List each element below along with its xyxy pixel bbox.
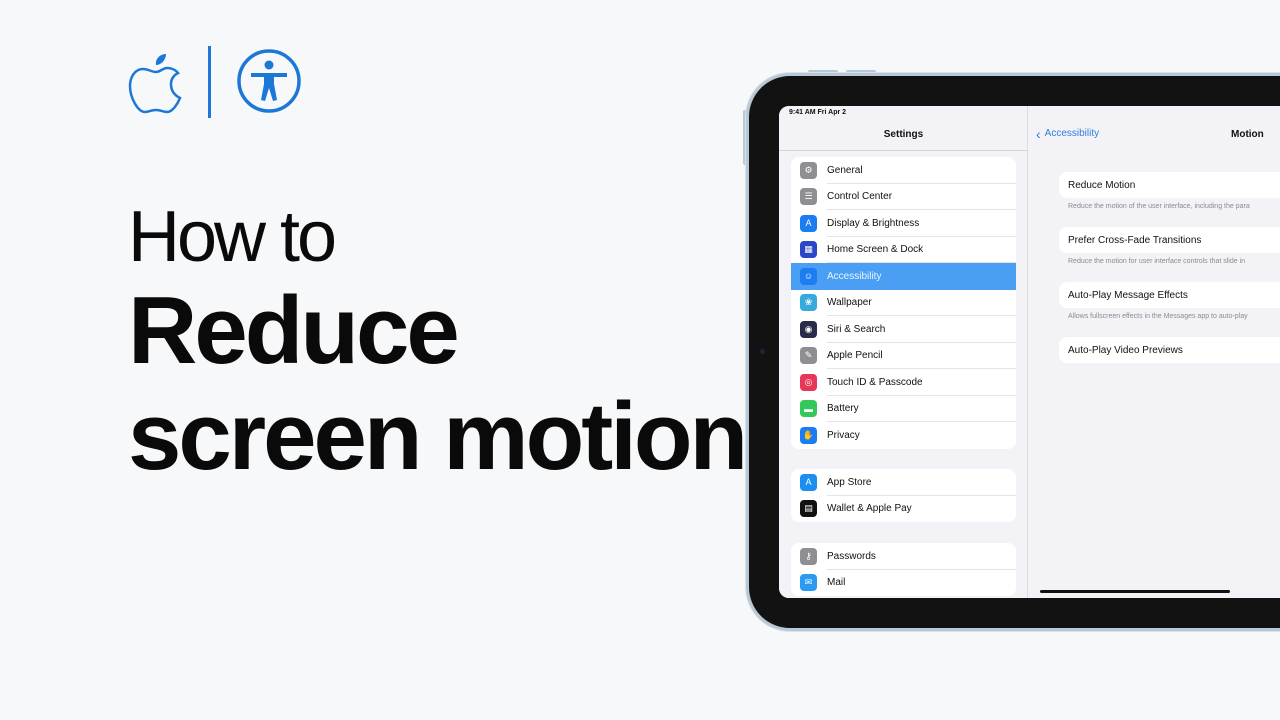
setting-label: Auto-Play Video Previews bbox=[1068, 344, 1183, 356]
setting-footnote: Allows fullscreen effects in the Message… bbox=[1068, 313, 1248, 320]
ipad-camera bbox=[760, 349, 765, 354]
settings-sidebar: 9:41 AM Fri Apr 2 Settings ⚙ General ☰ Cont… bbox=[779, 106, 1028, 598]
setting-label: Prefer Cross-Fade Transitions bbox=[1068, 234, 1202, 246]
sidebar-item-label: Passwords bbox=[827, 550, 876, 562]
fingerprint-icon: ◎ bbox=[800, 373, 817, 391]
flower-icon: ❀ bbox=[800, 294, 817, 312]
chevron-left-icon: ‹ bbox=[1036, 125, 1041, 142]
back-button-label: Accessibility bbox=[1044, 128, 1100, 139]
brand-divider bbox=[208, 46, 211, 118]
battery-icon: ▬ bbox=[800, 400, 817, 418]
sidebar-item-accessibility[interactable]: ☺ Accessibility bbox=[791, 263, 1016, 290]
ipad-screen: 9:41 AM Fri Apr 2 Settings ⚙ General ☰ Cont… bbox=[779, 106, 1280, 598]
pencil-icon: ✎ bbox=[800, 347, 817, 365]
sidebar-item-general[interactable]: ⚙ General bbox=[791, 157, 1016, 184]
sidebar-item-label: Wallet & Apple Pay bbox=[827, 503, 912, 515]
headline-screen-motion: screen motion bbox=[128, 383, 748, 490]
headline-how-to: How to bbox=[128, 197, 337, 277]
setting-reduce-motion[interactable]: Reduce Motion bbox=[1059, 172, 1280, 198]
setting-label: Auto-Play Message Effects bbox=[1068, 289, 1188, 301]
sidebar-item-label: Wallpaper bbox=[827, 297, 872, 309]
accessibility-icon bbox=[237, 49, 301, 113]
settings-group: ⚷ Passwords ✉ Mail bbox=[791, 543, 1016, 596]
setting-cross-fade[interactable]: Prefer Cross-Fade Transitions bbox=[1059, 227, 1280, 253]
sidebar-item-label: App Store bbox=[827, 476, 872, 488]
sidebar-item-label: Apple Pencil bbox=[827, 350, 883, 362]
mail-icon: ✉ bbox=[800, 574, 817, 592]
sidebar-item-battery[interactable]: ▬ Battery bbox=[791, 396, 1016, 422]
grid-icon: ▦ bbox=[800, 241, 817, 259]
status-bar-time: 9:41 AM Fri Apr 2 bbox=[789, 109, 847, 116]
home-indicator[interactable] bbox=[1040, 590, 1230, 593]
sidebar-item-label: Control Center bbox=[827, 191, 893, 203]
gear-icon: ⚙ bbox=[800, 161, 817, 179]
back-button[interactable]: ‹ Accessibility bbox=[1036, 125, 1100, 142]
setting-footnote: Reduce the motion of the user interface,… bbox=[1068, 203, 1250, 210]
sidebar-item-siri-search[interactable]: ◉ Siri & Search bbox=[791, 316, 1016, 343]
sidebar-item-apple-pencil[interactable]: ✎ Apple Pencil bbox=[791, 343, 1016, 369]
setting-auto-play-message-effects[interactable]: Auto-Play Message Effects bbox=[1059, 282, 1280, 308]
wallet-icon: ▤ bbox=[800, 500, 817, 518]
apple-logo-icon bbox=[128, 54, 182, 114]
setting-footnote: Reduce the motion for user interface con… bbox=[1068, 258, 1246, 265]
key-icon: ⚷ bbox=[800, 547, 817, 565]
sidebar-item-label: Display & Brightness bbox=[827, 217, 920, 229]
sidebar-item-label: Home Screen & Dock bbox=[827, 244, 924, 256]
sidebar-item-control-center[interactable]: ☰ Control Center bbox=[791, 184, 1016, 210]
sidebar-item-label: Mail bbox=[827, 577, 846, 589]
branding bbox=[128, 44, 301, 120]
toggles-icon: ☰ bbox=[800, 188, 817, 206]
settings-group: A App Store ▤ Wallet & Apple Pay bbox=[791, 469, 1016, 522]
settings-group: ⚙ General ☰ Control Center A Display & Bright… bbox=[791, 157, 1016, 449]
sidebar-item-touch-id-passcode[interactable]: ◎ Touch ID & Passcode bbox=[791, 369, 1016, 396]
sidebar-item-wallpaper[interactable]: ❀ Wallpaper bbox=[791, 290, 1016, 316]
sidebar-item-passwords[interactable]: ⚷ Passwords bbox=[791, 543, 1016, 570]
sidebar-item-label: Battery bbox=[827, 403, 859, 415]
sidebar-item-label: Touch ID & Passcode bbox=[827, 376, 923, 388]
detail-title: Motion bbox=[1231, 129, 1264, 140]
accessibility-icon: ☺ bbox=[800, 267, 817, 285]
sidebar-item-privacy[interactable]: ✋ Privacy bbox=[791, 422, 1016, 449]
hand-icon: ✋ bbox=[800, 426, 817, 444]
setting-auto-play-video-previews[interactable]: Auto-Play Video Previews bbox=[1059, 337, 1280, 363]
sidebar-item-label: Accessibility bbox=[827, 270, 882, 282]
headline: How to Reduce screen motion bbox=[128, 196, 748, 490]
siri-icon: ◉ bbox=[800, 320, 817, 338]
motion-detail-pane: ‹ Accessibility Motion Reduce Motion Red… bbox=[1029, 106, 1280, 598]
sidebar-item-wallet-apple-pay[interactable]: ▤ Wallet & Apple Pay bbox=[791, 496, 1016, 523]
text-size-icon: A bbox=[800, 214, 817, 232]
divider bbox=[779, 150, 1028, 151]
headline-reduce: Reduce bbox=[128, 277, 460, 384]
app-store-icon: A bbox=[800, 473, 817, 491]
sidebar-item-mail[interactable]: ✉ Mail bbox=[791, 570, 1016, 597]
sidebar-item-home-screen-dock[interactable]: ▦ Home Screen & Dock bbox=[791, 237, 1016, 263]
sidebar-item-display-brightness[interactable]: A Display & Brightness bbox=[791, 210, 1016, 237]
sidebar-item-label: Siri & Search bbox=[827, 323, 886, 335]
sidebar-title: Settings bbox=[883, 129, 924, 140]
sidebar-item-app-store[interactable]: A App Store bbox=[791, 469, 1016, 496]
setting-label: Reduce Motion bbox=[1068, 179, 1136, 191]
sidebar-item-label: General bbox=[827, 164, 863, 176]
sidebar-item-label: Privacy bbox=[827, 429, 860, 441]
